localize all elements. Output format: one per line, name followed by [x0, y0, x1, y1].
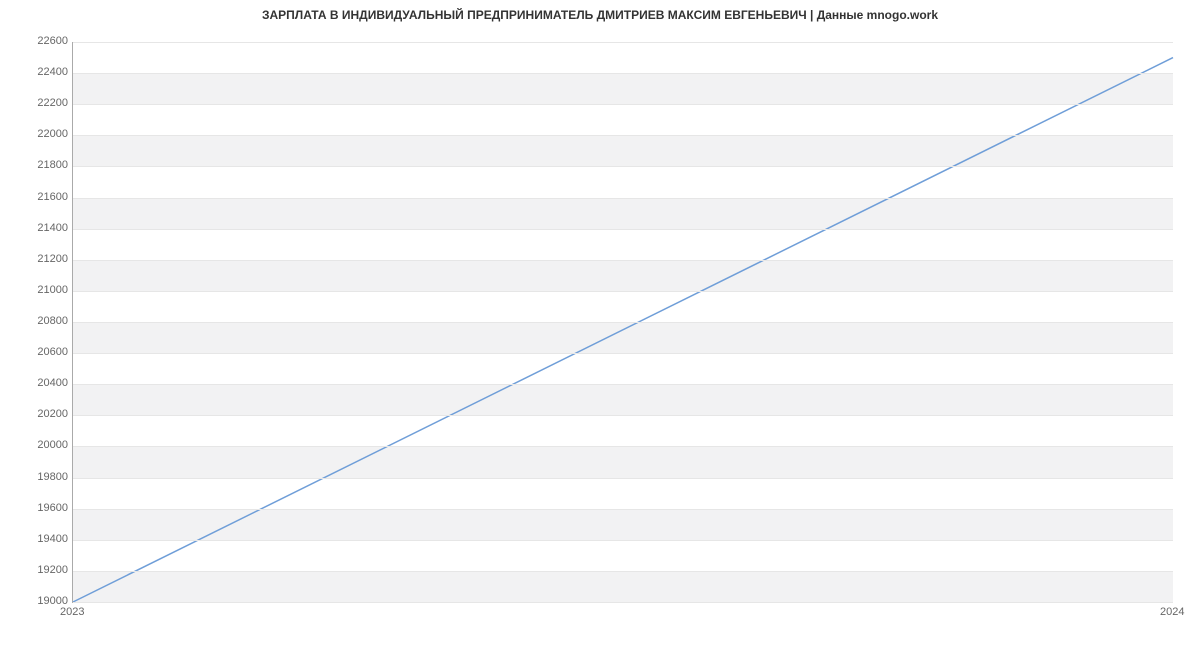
y-tick-label: 21800 [8, 159, 68, 171]
y-tick-label: 21200 [8, 253, 68, 265]
y-gridline [73, 571, 1173, 572]
y-tick-label: 21000 [8, 284, 68, 296]
y-gridline [73, 602, 1173, 603]
y-tick-label: 20200 [8, 408, 68, 420]
y-gridline [73, 384, 1173, 385]
y-tick-label: 19200 [8, 564, 68, 576]
y-gridline [73, 135, 1173, 136]
y-gridline [73, 540, 1173, 541]
y-tick-label: 20600 [8, 346, 68, 358]
y-gridline [73, 166, 1173, 167]
y-gridline [73, 104, 1173, 105]
y-gridline [73, 229, 1173, 230]
x-tick-label: 2024 [1160, 606, 1184, 618]
y-tick-label: 22000 [8, 128, 68, 140]
y-gridline [73, 73, 1173, 74]
y-gridline [73, 322, 1173, 323]
y-tick-label: 21400 [8, 222, 68, 234]
y-tick-label: 20000 [8, 439, 68, 451]
y-tick-label: 20800 [8, 315, 68, 327]
plot-area [72, 42, 1173, 603]
y-gridline [73, 353, 1173, 354]
y-gridline [73, 260, 1173, 261]
y-tick-label: 19600 [8, 502, 68, 514]
y-gridline [73, 415, 1173, 416]
y-tick-label: 19800 [8, 471, 68, 483]
y-tick-label: 19400 [8, 533, 68, 545]
y-gridline [73, 291, 1173, 292]
y-tick-label: 20400 [8, 377, 68, 389]
chart-container: ЗАРПЛАТА В ИНДИВИДУАЛЬНЫЙ ПРЕДПРИНИМАТЕЛ… [0, 0, 1200, 650]
y-gridline [73, 509, 1173, 510]
y-tick-label: 19000 [8, 595, 68, 607]
y-gridline [73, 198, 1173, 199]
y-tick-label: 22400 [8, 66, 68, 78]
y-gridline [73, 478, 1173, 479]
x-tick-label: 2023 [60, 606, 84, 618]
y-tick-label: 21600 [8, 191, 68, 203]
y-tick-label: 22200 [8, 97, 68, 109]
y-tick-label: 22600 [8, 35, 68, 47]
chart-title: ЗАРПЛАТА В ИНДИВИДУАЛЬНЫЙ ПРЕДПРИНИМАТЕЛ… [0, 8, 1200, 22]
y-gridline [73, 446, 1173, 447]
y-gridline [73, 42, 1173, 43]
data-line [73, 58, 1173, 602]
